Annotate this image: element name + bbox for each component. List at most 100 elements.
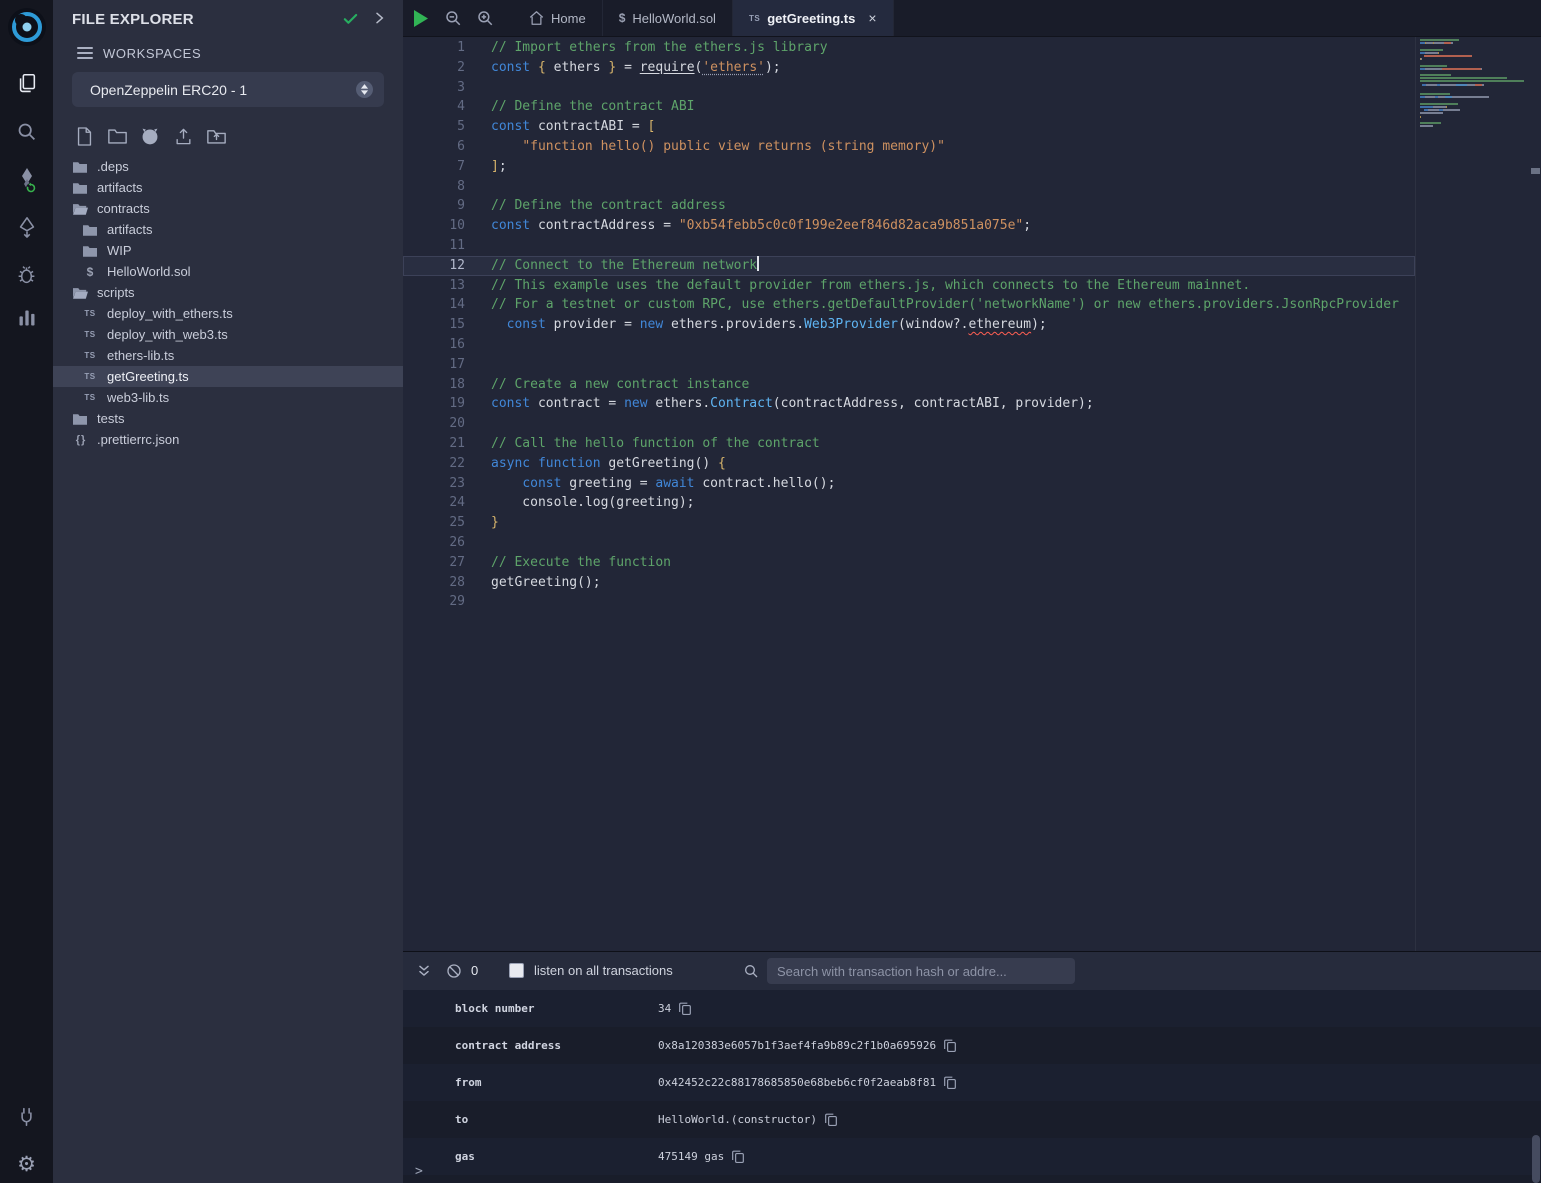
tree-item-artifacts[interactable]: artifacts xyxy=(53,177,403,198)
code-line-14[interactable]: 14// For a testnet or custom RPC, use et… xyxy=(403,295,1415,315)
settings-gear-icon[interactable]: ⚙ xyxy=(0,1144,53,1183)
copy-icon[interactable] xyxy=(732,1150,744,1163)
tree-item-scripts[interactable]: scripts xyxy=(53,282,403,303)
new-file-icon[interactable] xyxy=(72,124,96,148)
tab-home[interactable]: Home xyxy=(513,0,603,36)
code-line-10[interactable]: 10const contractAddress = "0xb54febb5c0c… xyxy=(403,216,1415,236)
remix-logo-icon[interactable] xyxy=(2,2,51,51)
code-line-23[interactable]: 23 const greeting = await contract.hello… xyxy=(403,474,1415,494)
typescript-file-icon: TS xyxy=(84,351,95,360)
zoom-in-icon[interactable] xyxy=(469,0,501,36)
new-folder-icon[interactable] xyxy=(105,124,129,148)
run-script-button[interactable] xyxy=(403,0,437,36)
file-explorer-icon[interactable] xyxy=(0,63,53,103)
main-area: Home$HelloWorld.solTSgetGreeting.ts× 1//… xyxy=(403,0,1541,1183)
code-line-7[interactable]: 7]; xyxy=(403,157,1415,177)
code-line-24[interactable]: 24 console.log(greeting); xyxy=(403,493,1415,513)
code-line-27[interactable]: 27// Execute the function xyxy=(403,553,1415,573)
transaction-row-gas: gas475149 gas xyxy=(403,1138,1541,1175)
code-line-19[interactable]: 19const contract = new ethers.Contract(c… xyxy=(403,394,1415,414)
tree-item-ethers-lib-ts[interactable]: TSethers-lib.ts xyxy=(53,345,403,366)
code-line-20[interactable]: 20 xyxy=(403,414,1415,434)
plug-icon[interactable] xyxy=(0,1096,53,1136)
code-line-18[interactable]: 18// Create a new contract instance xyxy=(403,375,1415,395)
workspace-select[interactable]: OpenZeppelin ERC20 - 1 xyxy=(72,72,384,107)
expand-terminal-icon[interactable] xyxy=(414,961,434,981)
copy-icon[interactable] xyxy=(944,1076,956,1089)
code-line-text: "function hello() public view returns (s… xyxy=(491,137,945,157)
tree-item-helloworld-sol[interactable]: $HelloWorld.sol xyxy=(53,261,403,282)
code-line-5[interactable]: 5const contractABI = [ xyxy=(403,117,1415,137)
window-scrollbar-thumb[interactable] xyxy=(1532,1135,1540,1183)
editor-tab-bar: Home$HelloWorld.solTSgetGreeting.ts× xyxy=(403,0,1541,37)
code-line-text: } xyxy=(491,513,499,533)
tree-item-wip[interactable]: WIP xyxy=(53,240,403,261)
debugger-icon[interactable] xyxy=(0,254,53,294)
code-line-25[interactable]: 25} xyxy=(403,513,1415,533)
code-line-26[interactable]: 26 xyxy=(403,533,1415,553)
code-line-2[interactable]: 2const { ethers } = require('ethers'); xyxy=(403,58,1415,78)
code-line-21[interactable]: 21// Call the hello function of the cont… xyxy=(403,434,1415,454)
check-icon[interactable] xyxy=(342,10,359,32)
tree-item-contracts[interactable]: contracts xyxy=(53,198,403,219)
upload-file-icon[interactable] xyxy=(171,124,195,148)
code-line-6[interactable]: 6 "function hello() public view returns … xyxy=(403,137,1415,157)
chevron-right-icon[interactable] xyxy=(371,10,387,31)
minimap[interactable] xyxy=(1415,37,1530,951)
code-line-28[interactable]: 28getGreeting(); xyxy=(403,573,1415,593)
copy-icon[interactable] xyxy=(679,1002,691,1015)
editor-scrollbar[interactable] xyxy=(1530,37,1541,951)
code-line-4[interactable]: 4// Define the contract ABI xyxy=(403,97,1415,117)
code-line-15[interactable]: 15 const provider = new ethers.providers… xyxy=(403,315,1415,335)
copy-icon[interactable] xyxy=(825,1113,837,1126)
tab-helloworld-sol[interactable]: $HelloWorld.sol xyxy=(603,0,733,36)
github-icon[interactable] xyxy=(138,124,162,148)
listen-transactions-checkbox[interactable] xyxy=(509,963,524,978)
tree-item--deps[interactable]: .deps xyxy=(53,156,403,177)
code-line-text: const contractABI = [ xyxy=(491,117,655,137)
plugin-manager-icon[interactable] xyxy=(0,298,53,338)
editor-scrollbar-thumb[interactable] xyxy=(1531,168,1540,174)
solidity-compiler-icon[interactable] xyxy=(0,160,53,200)
search-icon[interactable] xyxy=(0,111,53,151)
code-line-text: // Connect to the Ethereum network xyxy=(491,256,759,276)
code-line-text: const greeting = await contract.hello(); xyxy=(491,474,835,494)
tree-item-getgreeting-ts[interactable]: TSgetGreeting.ts xyxy=(53,366,403,387)
hamburger-menu-icon[interactable] xyxy=(77,46,93,65)
code-line-1[interactable]: 1// Import ethers from the ethers.js lib… xyxy=(403,38,1415,58)
code-line-3[interactable]: 3 xyxy=(403,78,1415,98)
transaction-row-block-number: block number34 xyxy=(403,990,1541,1027)
tab-getgreeting-ts[interactable]: TSgetGreeting.ts× xyxy=(733,0,894,36)
tree-item-deploy-with-web3-ts[interactable]: TSdeploy_with_web3.ts xyxy=(53,324,403,345)
clear-console-icon[interactable] xyxy=(444,961,464,981)
code-line-9[interactable]: 9// Define the contract address xyxy=(403,196,1415,216)
close-tab-icon[interactable]: × xyxy=(868,10,876,26)
ts-icon: TS xyxy=(82,330,98,339)
code-line-8[interactable]: 8 xyxy=(403,177,1415,197)
tree-item-tests[interactable]: tests xyxy=(53,408,403,429)
transaction-field-label: to xyxy=(455,1113,658,1126)
zoom-out-icon[interactable] xyxy=(437,0,469,36)
folder-icon xyxy=(82,224,98,236)
tree-item--prettierrc-json[interactable]: { }.prettierrc.json xyxy=(53,429,403,450)
terminal-search-input[interactable] xyxy=(767,958,1075,984)
code-editor[interactable]: 1// Import ethers from the ethers.js lib… xyxy=(403,37,1541,951)
code-line-17[interactable]: 17 xyxy=(403,355,1415,375)
deploy-and-run-icon[interactable] xyxy=(0,207,53,247)
code-line-29[interactable]: 29 xyxy=(403,592,1415,612)
terminal-prompt[interactable]: > xyxy=(415,1164,423,1179)
code-line-13[interactable]: 13// This example uses the default provi… xyxy=(403,276,1415,296)
transaction-field-label: gas xyxy=(455,1150,658,1163)
tree-item-web3-lib-ts[interactable]: TSweb3-lib.ts xyxy=(53,387,403,408)
transaction-field-label: from xyxy=(455,1076,658,1089)
tree-item-deploy-with-ethers-ts[interactable]: TSdeploy_with_ethers.ts xyxy=(53,303,403,324)
tree-item-artifacts[interactable]: artifacts xyxy=(53,219,403,240)
code-line-11[interactable]: 11 xyxy=(403,236,1415,256)
code-line-12[interactable]: 12// Connect to the Ethereum network xyxy=(403,256,1415,276)
copy-icon[interactable] xyxy=(944,1039,956,1052)
code-line-22[interactable]: 22async function getGreeting() { xyxy=(403,454,1415,474)
code-line-16[interactable]: 16 xyxy=(403,335,1415,355)
text-cursor xyxy=(757,256,759,271)
line-number: 22 xyxy=(403,454,465,474)
open-folder-icon[interactable] xyxy=(204,124,228,148)
